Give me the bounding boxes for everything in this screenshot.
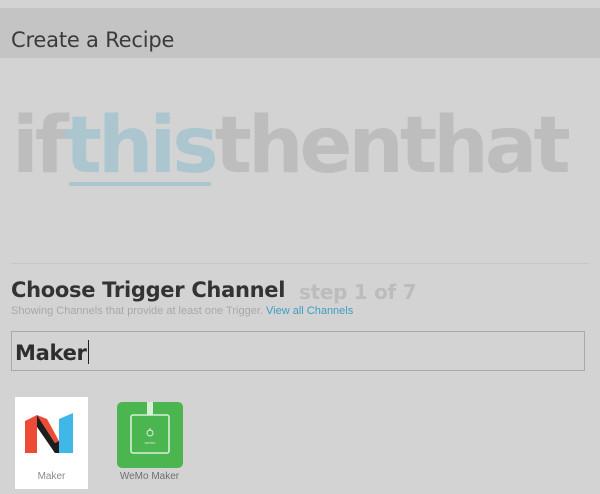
helper-description: Showing Channels that provide at least o… [11,305,263,317]
channel-tile-maker[interactable]: Maker [15,397,88,489]
wemo-maker-icon: wemo [117,402,183,468]
headline-that: that [399,101,571,191]
if-this-then-that-headline: ifthis thenthat [12,96,571,196]
channel-label-wemo-maker: WeMo Maker [119,471,180,482]
trigger-channel-heading: Choose Trigger Channel [11,278,286,302]
search-input-value[interactable]: Maker [15,340,89,365]
channel-tile-wemo-maker[interactable]: wemo WeMo Maker [113,397,186,489]
text-caret [87,340,89,364]
header-bar: Create a Recipe [0,8,600,58]
helper-text: Showing Channels that provide at least o… [11,305,353,317]
channel-label-maker: Maker [37,471,66,482]
section-divider [11,263,589,264]
headline-if: if [12,101,69,191]
headline-then: then [214,101,404,191]
this-underline [68,182,211,186]
headline-this[interactable]: this [65,96,219,196]
page-title: Create a Recipe [11,28,175,52]
channel-search-input[interactable]: Maker [11,331,585,371]
step-indicator: step 1 of 7 [299,280,417,304]
wemo-icon-text: wemo [145,440,156,445]
maker-logo-icon [25,413,73,453]
view-all-channels-link[interactable]: View all Channels [266,305,353,317]
